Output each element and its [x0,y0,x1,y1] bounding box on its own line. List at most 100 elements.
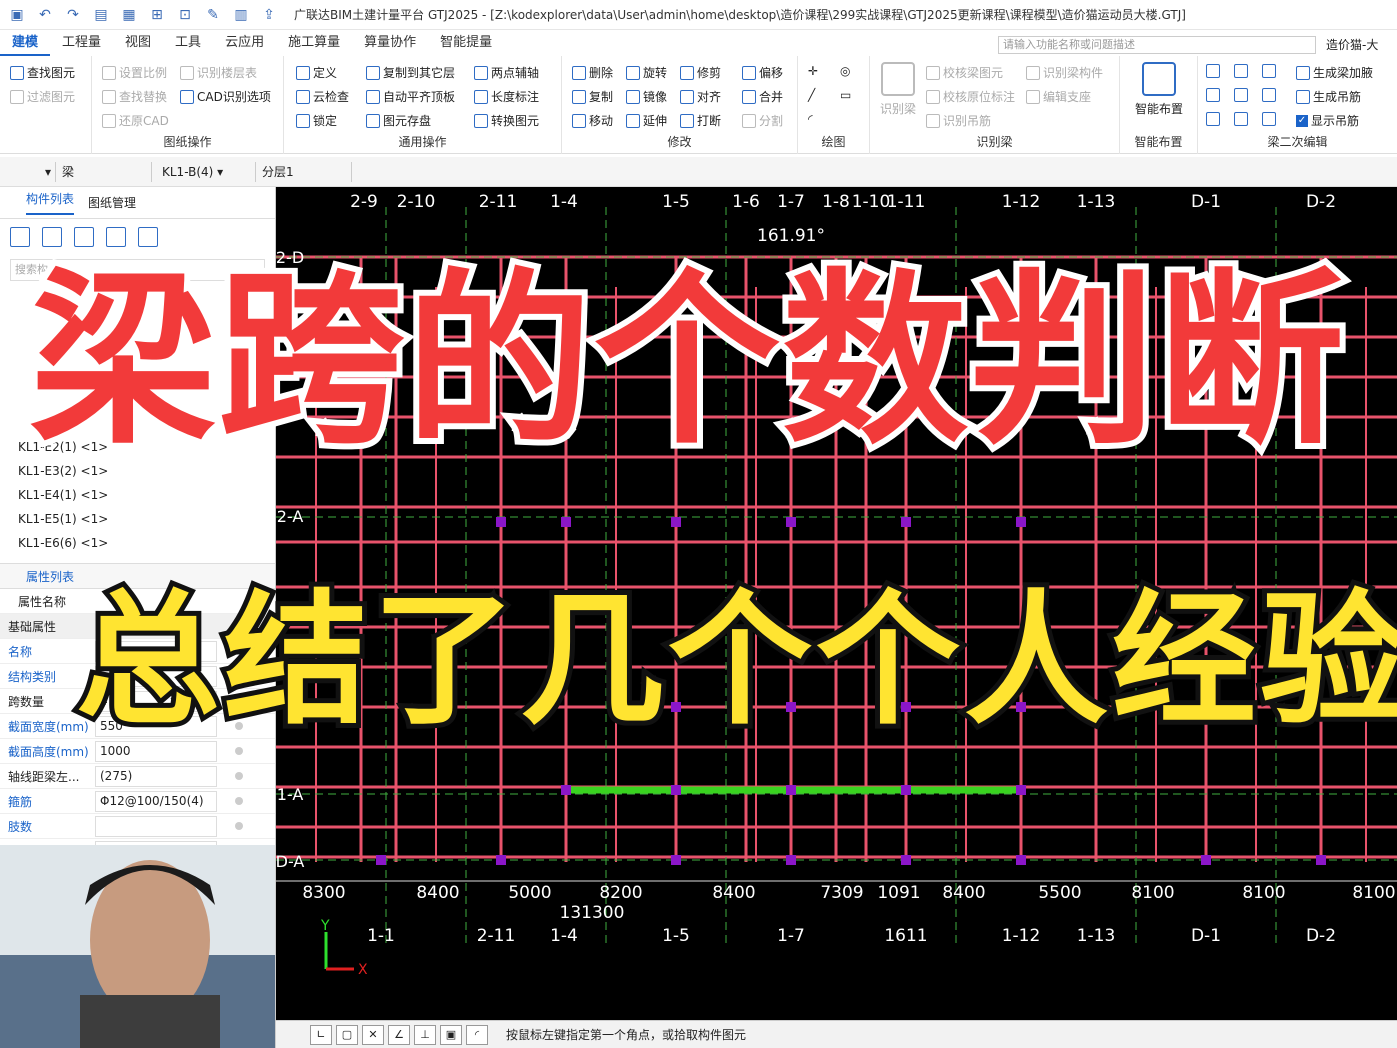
line-draw-icon[interactable]: ╱ [808,88,815,102]
identify-hanger-button[interactable]: 识别吊筋 [926,112,991,129]
layer-select[interactable]: 分层1 [258,162,352,182]
property-toggle-icon[interactable] [235,772,243,780]
list-item[interactable]: KL1-E5(1) <1> [0,507,275,531]
list-item[interactable]: KL1-E4(1) <1> [0,483,275,507]
new-component-icon[interactable] [10,227,30,247]
undo-icon[interactable]: ↶ [34,4,56,26]
property-toggle-icon[interactable] [235,822,243,830]
check-beam-button[interactable]: 校核梁图元 [926,64,1003,81]
save-element-button[interactable]: 图元存盘 [366,112,431,129]
break-button[interactable]: 打断 [680,112,721,129]
point-draw-icon[interactable]: ✛ [808,64,818,78]
filter-component-icon[interactable] [138,227,158,247]
component-icon[interactable]: ⊡ [174,4,196,26]
auto-align-slab-button[interactable]: 自动平齐顶板 [366,88,455,105]
align-button[interactable]: 对齐 [680,88,721,105]
show-hanger-checkbox[interactable]: ✓ 显示吊筋 [1296,112,1359,129]
identify-floor-table-button[interactable]: 识别楼层表 [180,64,257,81]
move-button[interactable]: 移动 [572,112,613,129]
trim-button[interactable]: 修剪 [680,64,721,81]
menu-tab-quantity[interactable]: 工程量 [50,30,113,56]
cloud-check-button[interactable]: 云检查 [296,88,349,105]
beam-tool-icon[interactable] [1234,64,1248,78]
list-item[interactable]: KL1-E6(6) <1> [0,531,275,555]
menu-tab-collab[interactable]: 算量协作 [352,30,428,56]
extend-button[interactable]: 延伸 [626,112,667,129]
redo-icon[interactable]: ↷ [62,4,84,26]
property-value[interactable]: (275) [95,765,217,787]
generate-haunch-button[interactable]: 生成梁加腋 [1296,64,1373,81]
mirror-button[interactable]: 镜像 [626,88,667,105]
draw-icon[interactable]: ✎ [202,4,224,26]
convert-element-button[interactable]: 转换图元 [474,112,539,129]
copy-component-icon[interactable] [42,227,62,247]
component-type-select[interactable]: 梁 [58,162,152,182]
menu-tab-smart[interactable]: 智能提量 [428,30,504,56]
generate-hanger-button[interactable]: 生成吊筋 [1296,88,1361,105]
restore-cad-button[interactable]: 还原CAD [102,112,169,129]
property-row[interactable]: 肢数 [0,814,275,839]
angle-button[interactable]: ∠ [388,1024,410,1045]
cad-options-button[interactable]: CAD识别选项 [180,88,271,105]
grid-icon[interactable]: ⊞ [146,4,168,26]
property-row[interactable]: 箍筋 Φ12@100/150(4) [0,789,275,814]
arc-draw-icon[interactable]: ◜ [808,112,813,126]
function-search-input[interactable]: 请输入功能名称或问题描述 [998,36,1316,54]
lock-button[interactable]: 锁定 [296,112,337,129]
identify-beam-button[interactable]: 识别梁 [876,62,920,117]
rect-draw-icon[interactable]: ▭ [840,88,851,102]
rotate-button[interactable]: 旋转 [626,64,667,81]
edit-support-button[interactable]: 编辑支座 [1026,88,1091,105]
delete-component-icon[interactable] [74,227,94,247]
property-toggle-icon[interactable] [235,747,243,755]
delete-button[interactable]: 删除 [572,64,613,81]
property-value[interactable] [95,815,217,837]
display-button[interactable]: ▣ [440,1024,462,1045]
layer-copy-icon[interactable] [106,227,126,247]
save-icon[interactable]: ▤ [90,4,112,26]
merge-button[interactable]: 合并 [742,88,783,105]
component-select[interactable]: KL1-B(4) ▾ [158,162,256,182]
arc-button[interactable]: ◜ [466,1024,488,1045]
menu-tab-cloud[interactable]: 云应用 [213,30,276,56]
menu-tab-construction[interactable]: 施工算量 [276,30,352,56]
export-icon[interactable]: ⇪ [258,4,280,26]
check-annotation-button[interactable]: 校核原位标注 [926,88,1015,105]
ortho-button[interactable]: ∟ [310,1024,332,1045]
user-name[interactable]: 造价猫-大 [1326,36,1378,53]
property-toggle-icon[interactable] [235,797,243,805]
two-point-axis-button[interactable]: 两点辅轴 [474,64,539,81]
menu-tab-view[interactable]: 视图 [113,30,163,56]
find-replace-button[interactable]: 查找替换 [102,88,167,105]
menu-tab-tools[interactable]: 工具 [163,30,213,56]
cross-select-button[interactable]: ✕ [362,1024,384,1045]
beam-tool-icon[interactable] [1262,88,1276,102]
circle-draw-icon[interactable]: ◎ [840,64,850,78]
beam-tool-icon[interactable] [1234,88,1248,102]
property-row[interactable]: 轴线距梁左... (275) [0,764,275,789]
set-scale-button[interactable]: 设置比例 [102,64,167,81]
tab-component-list[interactable]: 构件列表 [26,190,75,215]
copy-button[interactable]: 复制 [572,88,613,105]
rect-select-button[interactable]: ▢ [336,1024,358,1045]
smart-layout-button[interactable]: 智能布置 [1124,62,1194,117]
beam-tool-icon[interactable] [1234,112,1248,126]
floor-select[interactable]: ▾ [0,162,56,182]
find-element-button[interactable]: 查找图元 [10,64,75,81]
length-dimension-button[interactable]: 长度标注 [474,88,539,105]
filter-element-button[interactable]: 过滤图元 [10,88,75,105]
menu-tab-modeling[interactable]: 建模 [0,30,51,56]
layers-icon[interactable]: ▦ [118,4,140,26]
beam-tool-icon[interactable] [1206,64,1220,78]
split-button[interactable]: 分割 [742,112,783,129]
snap-button[interactable]: ⊥ [414,1024,436,1045]
column-icon[interactable]: ▥ [230,4,252,26]
beam-tool-icon[interactable] [1262,112,1276,126]
copy-to-floor-button[interactable]: 复制到其它层 [366,64,455,81]
offset-button[interactable]: 偏移 [742,64,783,81]
define-button[interactable]: 定义 [296,64,337,81]
property-value[interactable]: Φ12@100/150(4) [95,790,217,812]
beam-tool-icon[interactable] [1206,112,1220,126]
identify-beam-component-button[interactable]: 识别梁构件 [1026,64,1103,81]
tab-drawing-manage[interactable]: 图纸管理 [88,194,136,211]
